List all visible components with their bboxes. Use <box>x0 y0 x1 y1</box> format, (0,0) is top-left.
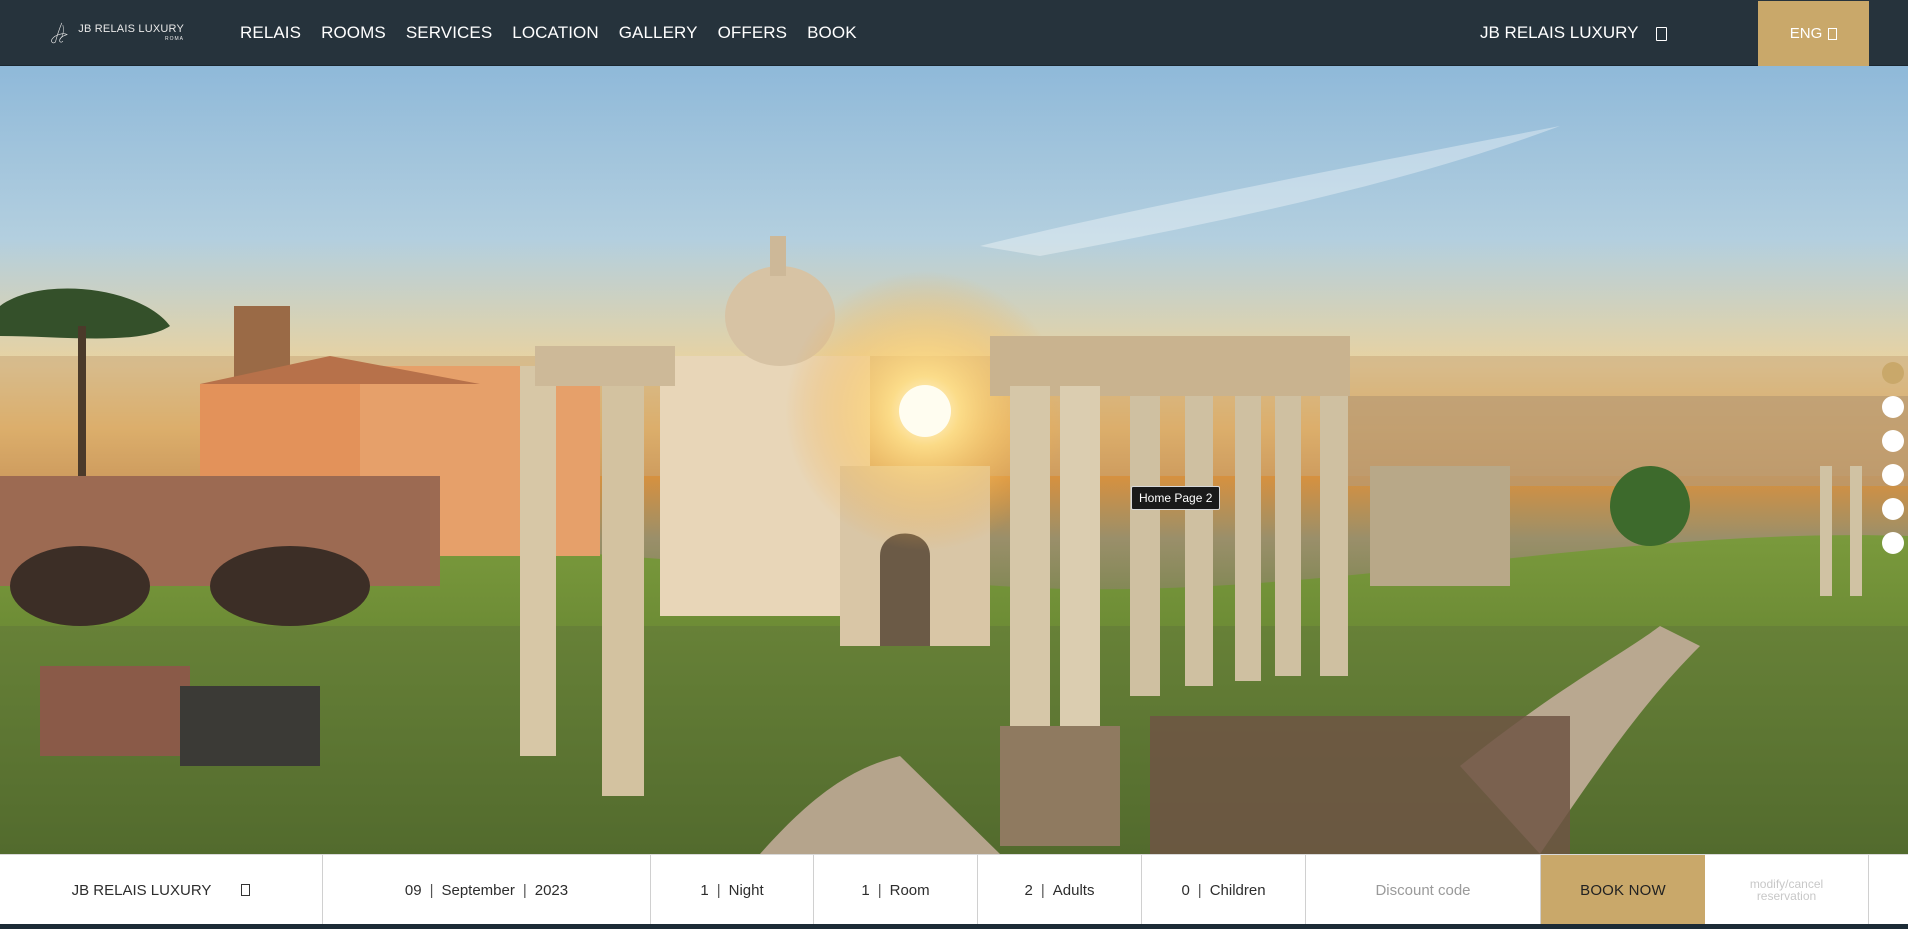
hotel-select[interactable]: JB RELAIS LUXURY <box>0 855 323 925</box>
slide-dot-3[interactable] <box>1882 430 1904 452</box>
nav-rooms[interactable]: ROOMS <box>321 23 386 43</box>
slide-dot-1[interactable] <box>1882 362 1904 384</box>
separator: | <box>877 881 882 899</box>
nav-relais[interactable]: RELAIS <box>240 23 301 43</box>
dropdown-icon <box>241 884 251 896</box>
hotel-select-label: JB RELAIS LUXURY <box>71 881 212 899</box>
book-now-button[interactable]: BOOK NOW <box>1541 855 1705 925</box>
logo-mark-icon <box>51 22 68 44</box>
date-year: 2023 <box>534 881 569 899</box>
slide-dot-5[interactable] <box>1882 498 1904 520</box>
slide-dot-6[interactable] <box>1882 532 1904 554</box>
checkin-date[interactable]: 09 | September | 2023 <box>323 855 651 925</box>
date-month: September <box>441 881 515 899</box>
booking-bar: JB RELAIS LUXURY 09 | September | 2023 1… <box>0 854 1908 925</box>
hotel-selector-label[interactable]: JB RELAIS LUXURY <box>1480 0 1638 66</box>
separator: | <box>716 881 721 899</box>
discount-code-field[interactable]: Discount code <box>1306 855 1541 925</box>
hero-slider: Home Page 2 <box>0 66 1908 854</box>
adults-value: 2 <box>1024 881 1033 899</box>
children-select[interactable]: 0 | Children <box>1142 855 1306 925</box>
nights-value: 1 <box>700 881 709 899</box>
main-nav: RELAIS ROOMS SERVICES LOCATION GALLERY O… <box>240 0 877 66</box>
rooms-select[interactable]: 1 | Room <box>814 855 978 925</box>
nav-offers[interactable]: OFFERS <box>718 23 788 43</box>
discount-placeholder: Discount code <box>1375 881 1471 899</box>
square-icon[interactable] <box>1656 27 1667 41</box>
hero-image <box>0 126 1908 854</box>
logo[interactable]: JB RELAIS LUXURY ROMA <box>48 10 184 56</box>
language-label: ENG <box>1789 25 1823 42</box>
date-day: 09 <box>404 881 422 899</box>
dropdown-icon <box>1828 27 1838 40</box>
nights-label: Night <box>728 881 764 899</box>
nav-gallery[interactable]: GALLERY <box>619 23 698 43</box>
site-header: JB RELAIS LUXURY ROMA RELAIS ROOMS SERVI… <box>0 0 1908 66</box>
nav-services[interactable]: SERVICES <box>406 23 492 43</box>
slide-tooltip: Home Page 2 <box>1131 486 1221 510</box>
bottom-strip <box>0 924 1908 929</box>
adults-select[interactable]: 2 | Adults <box>978 855 1142 925</box>
modify-reservation-label: modify/cancel reservation <box>1749 877 1824 903</box>
slide-dot-2[interactable] <box>1882 396 1904 418</box>
language-button[interactable]: ENG <box>1758 1 1869 66</box>
slider-pagination <box>1882 362 1904 566</box>
separator: | <box>1040 881 1045 899</box>
nights-select[interactable]: 1 | Night <box>651 855 814 925</box>
nav-book[interactable]: BOOK <box>807 23 857 43</box>
logo-text: JB RELAIS LUXURY <box>78 23 184 35</box>
rooms-value: 1 <box>861 881 870 899</box>
logo-subtext: ROMA <box>165 36 184 42</box>
rooms-label: Room <box>889 881 930 899</box>
nav-location[interactable]: LOCATION <box>512 23 598 43</box>
children-label: Children <box>1209 881 1266 899</box>
children-value: 0 <box>1181 881 1190 899</box>
book-now-label: BOOK NOW <box>1580 881 1666 899</box>
separator: | <box>429 881 434 899</box>
adults-label: Adults <box>1052 881 1095 899</box>
separator: | <box>1197 881 1202 899</box>
separator: | <box>522 881 527 899</box>
slide-dot-4[interactable] <box>1882 464 1904 486</box>
modify-reservation-link[interactable]: modify/cancel reservation <box>1705 855 1869 925</box>
